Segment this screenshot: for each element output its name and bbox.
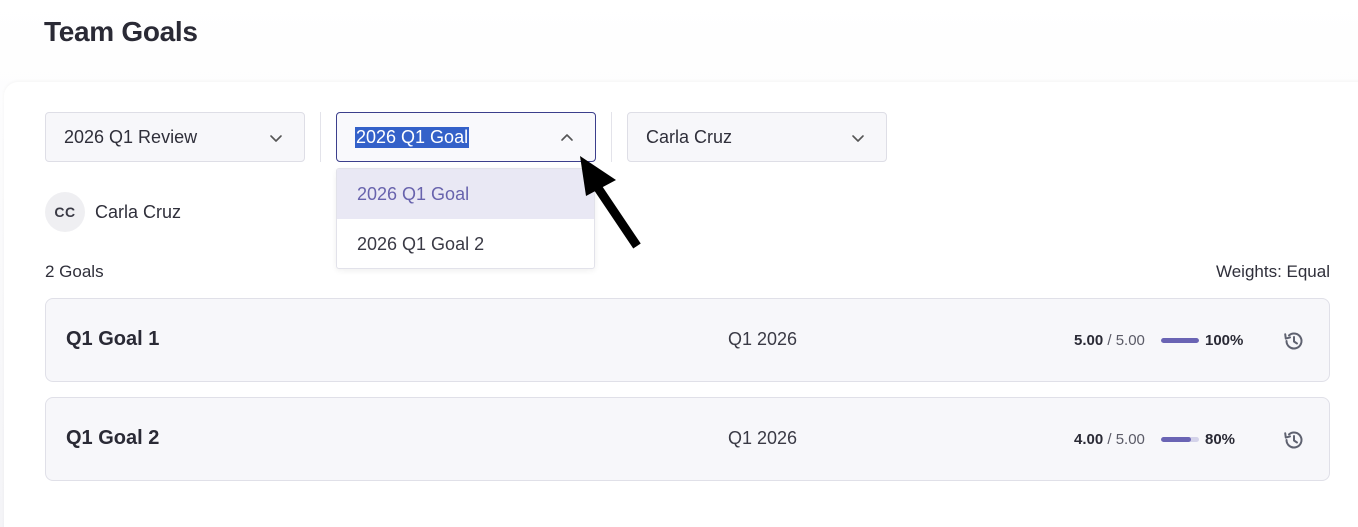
goal-title: Q1 Goal 1 <box>66 328 160 350</box>
goal-card[interactable]: Q1 Goal 2 Q1 2026 4.00 / 5.00 80% <box>45 397 1330 481</box>
goal-score: 5.00 / 5.00 <box>1074 332 1145 349</box>
user-row: CC Carla Cruz <box>45 192 181 232</box>
progress-fill <box>1161 437 1192 442</box>
person-select-value: Carla Cruz <box>646 126 733 147</box>
goal-select-value: 2026 Q1 Goal <box>355 126 470 148</box>
history-icon[interactable] <box>1282 428 1306 452</box>
score-value: 4.00 <box>1074 431 1104 448</box>
history-icon[interactable] <box>1282 329 1306 353</box>
goal-period: Q1 2026 <box>728 428 798 448</box>
goal-period: Q1 2026 <box>728 329 798 349</box>
divider <box>320 112 321 162</box>
person-select[interactable]: Carla Cruz <box>627 112 887 162</box>
mouse-pointer-icon <box>580 156 641 249</box>
goal-dropdown-menu: 2026 Q1 Goal 2026 Q1 Goal 2 <box>336 168 595 269</box>
progress-percent: 80% <box>1205 431 1236 448</box>
goal-title: Q1 Goal 2 <box>66 427 160 449</box>
score-max: / 5.00 <box>1107 431 1145 448</box>
goal-score: 4.00 / 5.00 <box>1074 431 1145 448</box>
dropdown-option[interactable]: 2026 Q1 Goal 2 <box>337 219 594 268</box>
score-value: 5.00 <box>1074 332 1104 349</box>
review-select-value: 2026 Q1 Review <box>64 126 198 147</box>
avatar: CC <box>45 192 85 232</box>
goal-card[interactable]: Q1 Goal 1 Q1 2026 5.00 / 5.00 100% <box>45 298 1330 382</box>
progress-bar <box>1161 437 1199 442</box>
page-title: Team Goals <box>44 16 198 47</box>
progress-bar <box>1161 338 1199 343</box>
chevron-up-icon <box>561 134 573 141</box>
dropdown-option[interactable]: 2026 Q1 Goal <box>337 169 594 219</box>
chevron-down-icon <box>852 135 864 142</box>
review-select[interactable]: 2026 Q1 Review <box>45 112 305 162</box>
score-max: / 5.00 <box>1107 332 1145 349</box>
progress-fill <box>1161 338 1199 343</box>
user-name: Carla Cruz <box>95 201 182 222</box>
weights-label: Weights: Equal <box>1215 262 1330 281</box>
progress-percent: 100% <box>1205 332 1244 349</box>
goal-count: 2 Goals <box>45 262 104 281</box>
chevron-down-icon <box>270 135 282 142</box>
goal-select[interactable]: 2026 Q1 Goal <box>336 112 596 162</box>
